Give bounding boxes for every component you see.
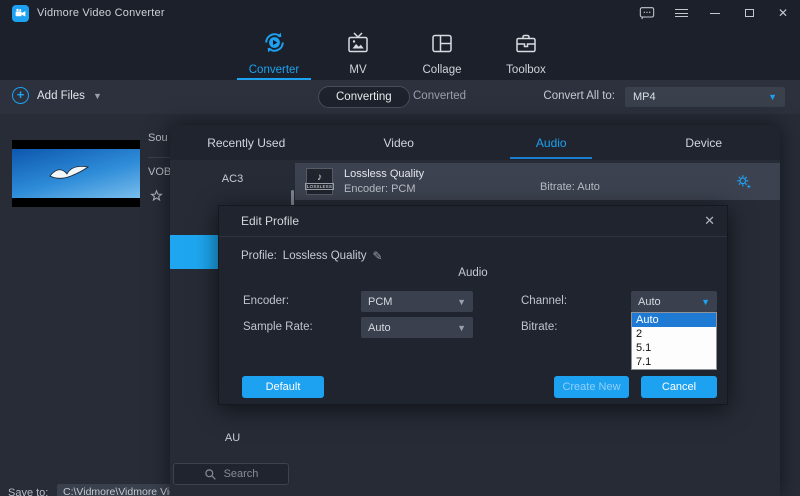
toolbar: + Add Files ▼ Converting Converted Conve… [0, 80, 800, 114]
channel-option-7-1[interactable]: 7.1 [632, 355, 716, 369]
converter-icon [261, 29, 288, 61]
gear-edit-icon[interactable] [735, 173, 752, 195]
tab-device[interactable]: Device [628, 125, 781, 160]
encoder-select[interactable]: PCM ▼ [361, 291, 473, 312]
profile-value: Lossless Quality [283, 250, 367, 262]
channel-option-2[interactable]: 2 [632, 327, 716, 341]
tab-collage-label: Collage [423, 64, 462, 76]
music-note-icon: ♪ [317, 173, 322, 182]
channel-option-5-1[interactable]: 5.1 [632, 341, 716, 355]
titlebar: Vidmore Video Converter ✕ [0, 0, 800, 26]
source-column-label: Sou [148, 132, 168, 144]
toolbox-icon [514, 31, 538, 61]
chevron-down-icon: ▼ [768, 92, 777, 102]
cancel-button[interactable]: Cancel [641, 376, 717, 398]
create-new-button[interactable]: Create New [554, 376, 629, 398]
window-title: Vidmore Video Converter [37, 7, 165, 19]
tab-converter-label: Converter [249, 64, 300, 76]
sample-rate-select[interactable]: Auto ▼ [361, 317, 473, 338]
profile-encoder: Encoder: PCM [344, 183, 424, 195]
chevron-down-icon: ▼ [701, 297, 710, 307]
tab-mv[interactable]: MV [319, 26, 397, 80]
thumbnail-image [12, 149, 140, 198]
output-format-value: MP4 [633, 91, 656, 103]
tab-converter[interactable]: Converter [235, 26, 313, 80]
dialog-close-icon[interactable]: ✕ [704, 213, 715, 229]
main-nav: Converter MV Collage Toolbox [0, 26, 800, 80]
save-to-label: Save to: [8, 487, 48, 496]
edit-profile-dialog: Edit Profile ✕ Profile: Lossless Quality… [218, 205, 728, 405]
profile-title: Lossless Quality [344, 168, 424, 180]
profile-bitrate: Bitrate: Auto [540, 181, 600, 193]
channel-label: Channel: [521, 295, 567, 307]
dialog-header: Edit Profile ✕ [219, 206, 727, 237]
profile-label: Profile: [241, 250, 277, 262]
tab-toolbox-label: Toolbox [506, 64, 546, 76]
tab-collage[interactable]: Collage [403, 26, 481, 80]
divider [148, 157, 170, 158]
channel-option-auto[interactable]: Auto [632, 313, 716, 327]
tab-video[interactable]: Video [323, 125, 476, 160]
encoder-label: Encoder: [243, 295, 289, 307]
chevron-down-icon: ▼ [93, 91, 102, 101]
sidebar-item-ac3[interactable]: AC3 [170, 160, 295, 197]
lossless-badge-icon: ♪ LOSSLESS [306, 168, 333, 195]
bitrate-label: Bitrate: [521, 321, 557, 333]
default-button[interactable]: Default [242, 376, 324, 398]
tab-audio[interactable]: Audio [475, 125, 628, 160]
maximize-icon[interactable] [740, 5, 758, 21]
format-panel-tabs: Recently Used Video Audio Device [170, 125, 780, 160]
dialog-title: Edit Profile [241, 214, 299, 228]
menu-icon[interactable] [672, 5, 690, 21]
chevron-down-icon: ▼ [457, 297, 466, 307]
sidebar-item-au[interactable]: AU [170, 419, 295, 456]
output-format-select[interactable]: MP4 ▼ [625, 87, 785, 107]
mv-icon [346, 31, 370, 61]
channel-value: Auto [638, 296, 661, 308]
feedback-icon[interactable] [638, 5, 656, 21]
chevron-down-icon: ▼ [457, 323, 466, 333]
channel-dropdown-list: Auto 2 5.1 7.1 [631, 312, 717, 370]
app-window: Vidmore Video Converter ✕ Converter MV [0, 0, 800, 496]
app-logo-icon [12, 5, 29, 22]
search-icon [204, 468, 217, 481]
video-thumbnail[interactable] [12, 140, 140, 207]
profile-name-row: Profile: Lossless Quality ✎ [241, 249, 383, 263]
lossless-badge-label: LOSSLESS [305, 183, 334, 190]
add-files-label: Add Files [37, 90, 85, 102]
collage-icon [430, 31, 454, 61]
add-files-button[interactable]: + Add Files ▼ [12, 87, 102, 104]
tab-recently-used[interactable]: Recently Used [170, 125, 323, 160]
converting-tab[interactable]: Converting [318, 86, 410, 108]
close-icon[interactable]: ✕ [774, 5, 792, 21]
plus-icon: + [12, 87, 29, 104]
search-placeholder: Search [224, 468, 259, 480]
channel-select[interactable]: Auto ▼ [631, 291, 717, 312]
sidebar-scrollbar[interactable] [291, 190, 294, 206]
search-input[interactable]: Search [173, 463, 289, 485]
edit-pencil-icon[interactable]: ✎ [373, 249, 383, 263]
profile-row-lossless[interactable]: ♪ LOSSLESS Lossless Quality Encoder: PCM… [295, 163, 780, 200]
edit-star-icon[interactable] [148, 188, 165, 210]
sample-rate-label: Sample Rate: [243, 321, 313, 333]
sample-rate-value: Auto [368, 322, 391, 334]
encoder-value: PCM [368, 296, 392, 308]
minimize-icon[interactable] [706, 5, 724, 21]
media-format-label: VOB [148, 166, 171, 178]
converting-label: Converting [336, 91, 392, 103]
converted-tab[interactable]: Converted [413, 90, 466, 102]
tab-toolbox[interactable]: Toolbox [487, 26, 565, 80]
tab-mv-label: MV [349, 64, 366, 76]
convert-all-label: Convert All to: [543, 90, 615, 102]
audio-section-title: Audio [219, 267, 727, 279]
